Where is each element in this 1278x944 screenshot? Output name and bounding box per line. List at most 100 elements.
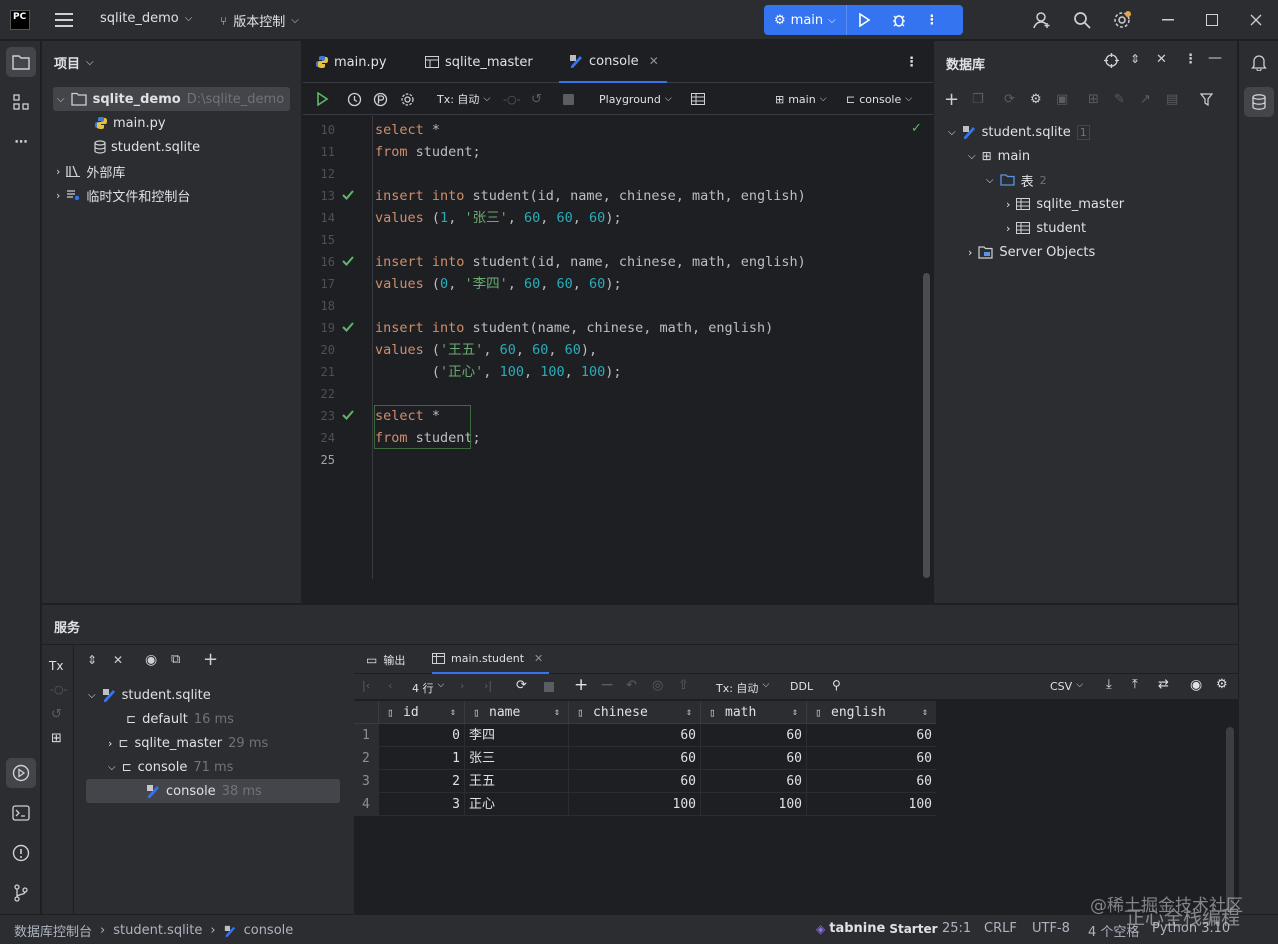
database-tool-button[interactable] — [1244, 87, 1274, 117]
close-window-button[interactable] — [1244, 10, 1268, 30]
line-separator[interactable]: CRLF — [984, 921, 1017, 936]
upload-icon[interactable]: ⤒ — [1132, 677, 1138, 692]
history-icon[interactable] — [347, 83, 362, 115]
table-cell[interactable]: 张三 — [464, 747, 568, 770]
chevron-down-icon[interactable]: ⌵ — [968, 151, 976, 162]
table-cell[interactable]: 60 — [700, 747, 806, 770]
chevron-right-icon[interactable]: › — [1006, 198, 1010, 211]
tables-folder-row[interactable]: ⌵ 表 2 — [986, 168, 1047, 192]
rollback-icon[interactable]: ↺ — [531, 83, 542, 115]
export-format-selector[interactable]: CSV ⌵ — [1050, 680, 1083, 693]
add-icon[interactable]: + — [944, 89, 959, 110]
table-cell[interactable]: 60 — [568, 770, 700, 793]
service-console-group-row[interactable]: ⌵ ⊏ console 71 ms — [108, 755, 233, 779]
delete-row-icon[interactable]: − — [600, 675, 614, 695]
grid-scrollbar[interactable] — [1226, 727, 1234, 913]
schema-row[interactable]: ⌵ ⊞ main — [968, 144, 1030, 168]
run-config-selector[interactable]: ⚙ main ⌵ — [764, 5, 847, 35]
project-selector[interactable]: sqlite_demo ⌵ — [100, 11, 192, 26]
new-tab-icon[interactable]: ⧉ — [171, 652, 180, 667]
close-tab-icon[interactable]: ✕ — [534, 652, 543, 665]
code-area[interactable]: select * from student; insert into student… — [303, 116, 923, 579]
column-header[interactable]: ▯ chinese ⇕ — [568, 701, 700, 724]
column-header[interactable]: ▯ id ⇕ — [378, 701, 464, 724]
tab-main-py[interactable]: main.py — [315, 41, 387, 83]
preview-icon[interactable]: ◎ — [652, 678, 663, 693]
commit-icon[interactable]: -○- — [50, 683, 68, 696]
edit-icon[interactable]: ✎ — [1114, 92, 1125, 107]
column-header[interactable]: ▯ math ⇕ — [700, 701, 806, 724]
editor-scrollbar[interactable] — [923, 273, 930, 578]
project-tool-button[interactable] — [6, 47, 36, 77]
close-tab-icon[interactable]: ✕ — [649, 54, 659, 68]
minimize-window-button[interactable] — [1156, 10, 1180, 30]
sort-icon[interactable]: ⇕ — [554, 701, 560, 724]
table-cell[interactable]: 60 — [568, 747, 700, 770]
tab-sqlite-master[interactable]: sqlite_master — [425, 41, 533, 83]
compare-icon[interactable]: ⇄ — [1158, 677, 1169, 692]
chevron-down-icon[interactable]: ⌵ — [88, 690, 96, 701]
service-root-row[interactable]: ⌵ student.sqlite — [88, 683, 211, 707]
layout-icon[interactable]: ⊞ — [51, 731, 62, 746]
search-icon[interactable] — [1070, 9, 1094, 31]
eye-icon[interactable]: ◉ — [145, 652, 157, 668]
copy-icon[interactable]: ❐ — [972, 92, 984, 107]
table-row-student[interactable]: › student — [1006, 216, 1086, 240]
chevron-right-icon[interactable]: › — [56, 189, 60, 202]
settings-gear-icon[interactable] — [400, 83, 415, 115]
table-cell[interactable]: 1 — [378, 747, 464, 770]
chevron-right-icon[interactable]: › — [108, 737, 112, 750]
table-cell[interactable]: 60 — [806, 770, 936, 793]
console-icon[interactable]: ▤ — [1166, 92, 1178, 107]
table-cell[interactable]: 100 — [806, 793, 936, 816]
table-icon[interactable]: ⊞ — [1088, 92, 1099, 107]
add-service-icon[interactable]: + — [203, 649, 218, 670]
pin-icon[interactable]: ⚲ — [832, 678, 841, 692]
chevron-down-icon[interactable]: ⌵ — [57, 94, 65, 105]
app-logo[interactable]: PC — [10, 10, 30, 30]
column-header[interactable]: ▯ english ⇕ — [806, 701, 936, 724]
ddl-button[interactable]: DDL — [790, 680, 813, 693]
collapse-all-icon[interactable]: ✕ — [1156, 52, 1167, 67]
table-cell[interactable]: 60 — [568, 724, 700, 747]
table-cell[interactable]: 王五 — [464, 770, 568, 793]
chevron-down-icon[interactable]: ⌵ — [986, 175, 994, 186]
transaction-icon[interactable]: Tx — [49, 659, 63, 673]
breadcrumb-item[interactable]: console — [244, 923, 294, 938]
breadcrumb-item[interactable]: 数据库控制台 — [14, 921, 92, 940]
settings-gear-icon[interactable] — [1110, 9, 1134, 31]
tab-console[interactable]: console ✕ — [559, 41, 667, 83]
terminal-tool-button[interactable] — [6, 798, 36, 828]
sort-icon[interactable]: ⇕ — [686, 701, 692, 724]
table-cell[interactable]: 60 — [700, 724, 806, 747]
server-objects-row[interactable]: › Server Objects — [968, 240, 1095, 264]
tab-options-button[interactable]: ⋮ — [905, 41, 918, 83]
service-sqlite-master-row[interactable]: › ⊏ sqlite_master 29 ms — [108, 731, 268, 755]
table-cell[interactable]: 100 — [568, 793, 700, 816]
disconnect-icon[interactable]: ▣ — [1056, 92, 1068, 107]
grid-settings-icon[interactable]: ⚙ — [1216, 677, 1228, 692]
chevron-down-icon[interactable]: ⌵ — [108, 762, 116, 773]
service-console-row[interactable]: console 38 ms — [86, 779, 340, 803]
more-actions-button[interactable]: ⋮ — [917, 5, 947, 35]
vcs-selector[interactable]: ⑂ 版本控制 ⌵ — [220, 11, 299, 31]
tab-main-student[interactable]: main.student ✕ — [432, 645, 550, 674]
session-selector[interactable]: ⊏ console ⌵ — [846, 83, 912, 115]
refresh-icon[interactable]: ⟳ — [516, 678, 527, 693]
chevron-right-icon[interactable]: › — [968, 246, 972, 259]
table-row-sqlite-master[interactable]: › sqlite_master — [1006, 192, 1124, 216]
expand-all-icon[interactable]: ⇕ — [1130, 52, 1140, 66]
scratches-row[interactable]: › 临时文件和控制台 — [56, 183, 190, 207]
transaction-mode-selector[interactable]: Tx: 自动 ⌵ — [437, 83, 490, 115]
table-cell[interactable]: 2 — [378, 770, 464, 793]
rollback-icon[interactable]: ↺ — [51, 707, 62, 722]
jump-icon[interactable]: ↗ — [1140, 92, 1151, 107]
debug-button[interactable] — [881, 5, 917, 35]
refresh-icon[interactable]: ⟳ — [1004, 92, 1015, 107]
table-cell[interactable]: 3 — [378, 793, 464, 816]
next-page-icon[interactable]: › — [460, 679, 464, 692]
tabnine-widget[interactable]: ◈ tabnine Starter — [816, 921, 938, 936]
git-tool-button[interactable] — [6, 878, 36, 908]
hide-panel-icon[interactable]: — — [1208, 50, 1222, 66]
code-with-me-icon[interactable] — [1030, 9, 1054, 31]
